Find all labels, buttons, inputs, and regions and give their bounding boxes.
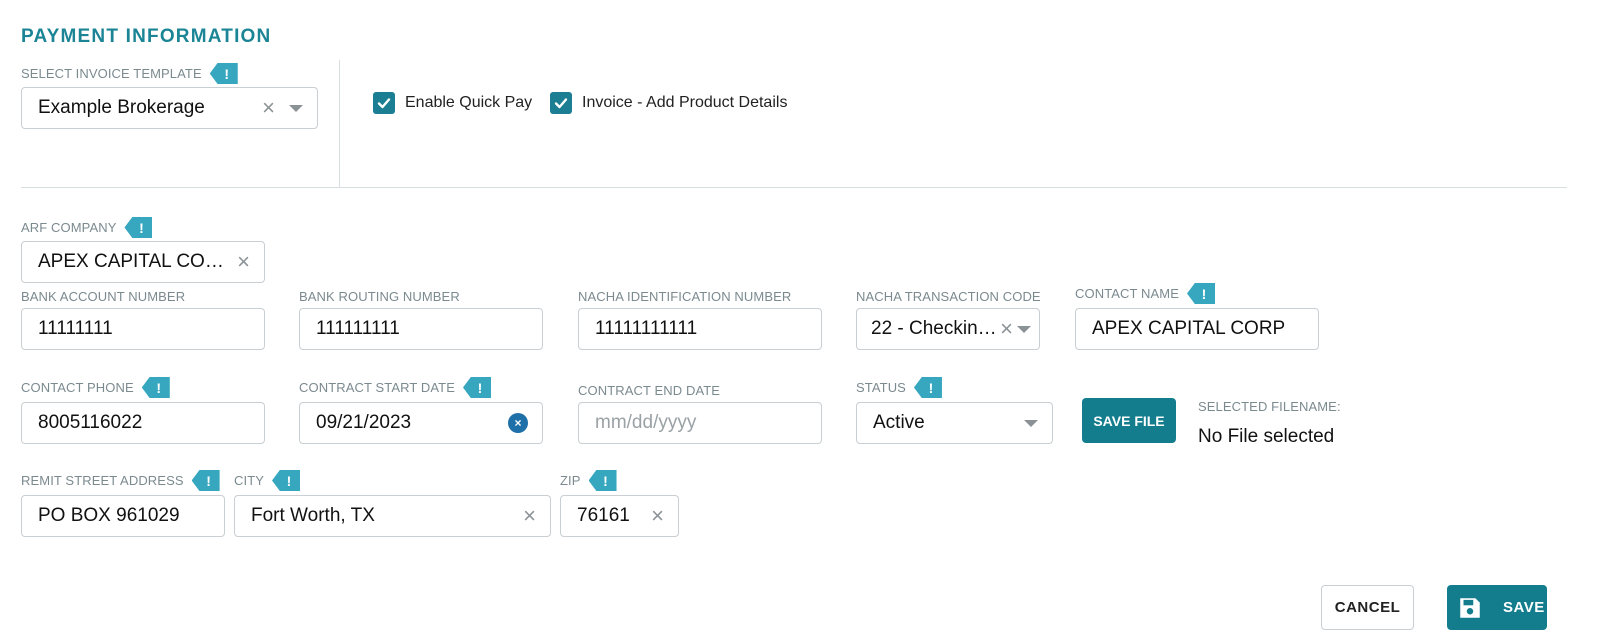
required-icon: !	[124, 217, 153, 238]
nacha-id-label: NACHA IDENTIFICATION NUMBER	[578, 289, 792, 304]
contact-name-label: CONTACT NAME !	[1075, 283, 1216, 304]
contact-phone-label: CONTACT PHONE !	[21, 377, 170, 398]
selected-filename-label: SELECTED FILENAME:	[1198, 399, 1341, 414]
clear-icon[interactable]: ×	[651, 505, 664, 527]
quick-pay-checkbox[interactable]: Enable Quick Pay	[373, 92, 532, 114]
save-label: SAVE	[1503, 599, 1545, 616]
zip-label: ZIP !	[560, 470, 617, 491]
product-details-label: Invoice - Add Product Details	[582, 94, 788, 111]
chevron-down-icon[interactable]	[1017, 325, 1031, 333]
arf-company-label: ARF COMPANY !	[21, 217, 153, 238]
floppy-disk-icon	[1460, 597, 1480, 618]
clear-icon[interactable]: ×	[237, 251, 250, 273]
horizontal-divider	[21, 187, 1567, 188]
save-file-button[interactable]: SAVE FILE	[1082, 398, 1176, 443]
nacha-code-select[interactable]: 22 - Checking A... ×	[856, 308, 1040, 350]
contract-start-input[interactable]: 09/21/2023 ×	[299, 402, 543, 444]
quick-pay-label: Enable Quick Pay	[405, 94, 533, 111]
contact-phone-input[interactable]: 8005116022	[21, 402, 265, 444]
contact-name-input[interactable]: APEX CAPITAL CORP	[1075, 308, 1319, 350]
clear-icon[interactable]: ×	[523, 505, 536, 527]
arf-company-select[interactable]: APEX CAPITAL CORP ×	[21, 241, 265, 283]
chevron-down-icon[interactable]	[289, 104, 303, 112]
invoice-template-label: SELECT INVOICE TEMPLATE !	[21, 63, 238, 84]
nacha-code-label: NACHA TRANSACTION CODE	[856, 289, 1041, 304]
clear-icon[interactable]: ×	[262, 97, 275, 119]
required-icon: !	[463, 377, 491, 398]
zip-select[interactable]: 76161 ×	[560, 495, 679, 537]
required-icon: !	[588, 470, 617, 491]
nacha-id-input[interactable]: 11111111111	[578, 308, 822, 350]
remit-address-input[interactable]: PO BOX 961029	[21, 495, 225, 537]
product-details-checkbox[interactable]: Invoice - Add Product Details	[550, 92, 787, 114]
contract-end-label: CONTRACT END DATE	[578, 383, 721, 398]
checkbox-checked-icon[interactable]	[550, 92, 572, 114]
contract-start-label: CONTRACT START DATE !	[299, 377, 491, 398]
required-icon: !	[1187, 283, 1216, 304]
clear-date-icon[interactable]: ×	[508, 413, 528, 433]
section-title: PAYMENT INFORMATION	[21, 26, 272, 47]
invoice-template-select[interactable]: Example Brokerage ×	[21, 87, 318, 129]
status-label: STATUS !	[856, 377, 942, 398]
bank-routing-label: BANK ROUTING NUMBER	[299, 289, 460, 304]
chevron-down-icon[interactable]	[1024, 419, 1038, 427]
contract-end-input[interactable]: mm/dd/yyyy	[578, 402, 822, 444]
bank-account-input[interactable]: 11111111	[21, 308, 265, 350]
bank-account-label: BANK ACCOUNT NUMBER	[21, 289, 186, 304]
required-icon: !	[272, 470, 301, 491]
required-icon: !	[913, 377, 942, 398]
bank-routing-input[interactable]: 111111111	[299, 308, 543, 350]
required-icon: !	[191, 470, 220, 491]
city-label: CITY !	[234, 470, 301, 491]
save-button[interactable]: SAVE	[1447, 585, 1547, 630]
required-icon: !	[209, 63, 238, 84]
cancel-button[interactable]: CANCEL	[1321, 585, 1414, 630]
remit-address-label: REMIT STREET ADDRESS !	[21, 470, 220, 491]
city-select[interactable]: Fort Worth, TX ×	[234, 495, 551, 537]
required-icon: !	[141, 377, 170, 398]
vertical-divider	[339, 60, 340, 188]
clear-icon[interactable]: ×	[1000, 318, 1013, 340]
status-select[interactable]: Active	[856, 402, 1053, 444]
selected-filename-value: No File selected	[1198, 426, 1335, 447]
checkbox-checked-icon[interactable]	[373, 92, 395, 114]
